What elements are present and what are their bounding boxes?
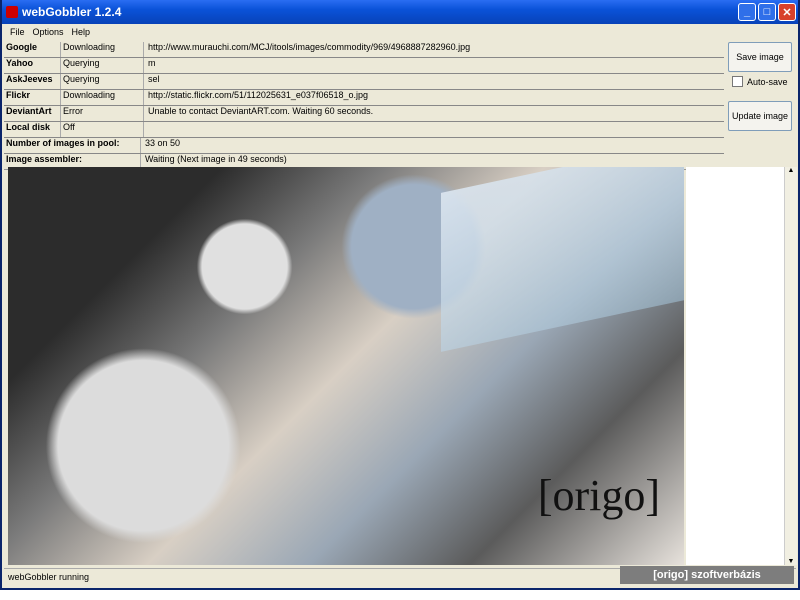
source-detail: Unable to contact DeviantART.com. Waitin… [143,106,724,121]
scroll-up-icon[interactable]: ▲ [788,167,795,174]
summary-value: 33 on 50 [140,138,724,153]
source-row: Yahoo Querying m [4,58,724,74]
source-status: Querying [60,58,143,73]
action-panel: Save image Auto-save Update image [728,42,792,131]
app-icon [6,6,18,18]
save-image-button[interactable]: Save image [728,42,792,72]
source-name: Local disk [6,122,51,132]
autosave-checkbox-row[interactable]: Auto-save [732,76,792,87]
minimize-button[interactable]: _ [738,3,756,21]
source-row: Flickr Downloading http://static.flickr.… [4,90,724,106]
source-status: Downloading [60,42,143,57]
window-title: webGobbler 1.2.4 [22,5,122,19]
canvas-blank-area [686,167,784,565]
source-row: AskJeeves Querying sel [4,74,724,90]
source-row: Google Downloading http://www.murauchi.c… [4,42,724,58]
source-status-table: Google Downloading http://www.murauchi.c… [4,42,724,170]
canvas-watermark: [origo] [537,471,660,520]
source-detail: http://www.murauchi.com/MCJ/itools/image… [143,42,724,57]
source-name: Yahoo [6,58,34,68]
summary-row: Number of images in pool: 33 on 50 [4,138,724,154]
vertical-scrollbar[interactable]: ▲ ▼ [784,167,797,565]
image-canvas: [origo] [8,167,684,565]
app-window: webGobbler 1.2.4 _ □ ✕ File Options Help… [0,0,800,590]
source-detail: http://static.flickr.com/51/112025631_e0… [143,90,724,105]
menu-bar: File Options Help [2,24,798,40]
menu-help[interactable]: Help [68,27,95,37]
source-row: Local disk Off [4,122,724,138]
source-name: Flickr [6,90,31,100]
close-button[interactable]: ✕ [778,3,796,21]
source-detail: sel [143,74,724,89]
source-detail: m [143,58,724,73]
source-detail [143,122,724,137]
scroll-down-icon[interactable]: ▼ [788,558,795,565]
source-name: AskJeeves [6,74,53,84]
source-status: Downloading [60,90,143,105]
summary-label: Number of images in pool: [6,138,120,148]
autosave-label: Auto-save [747,76,788,87]
source-name: DeviantArt [6,106,52,116]
menu-options[interactable]: Options [29,27,68,37]
source-status: Off [60,122,143,137]
autosave-checkbox[interactable] [732,76,743,87]
source-row: DeviantArt Error Unable to contact Devia… [4,106,724,122]
source-status: Querying [60,74,143,89]
source-name: Google [6,42,37,52]
update-image-button[interactable]: Update image [728,101,792,131]
maximize-button[interactable]: □ [758,3,776,21]
source-status: Error [60,106,143,121]
status-text: webGobbler running [8,571,90,582]
title-bar: webGobbler 1.2.4 _ □ ✕ [2,0,798,24]
site-logo: [origo] szoftverbázis [620,566,794,584]
menu-file[interactable]: File [6,27,29,37]
